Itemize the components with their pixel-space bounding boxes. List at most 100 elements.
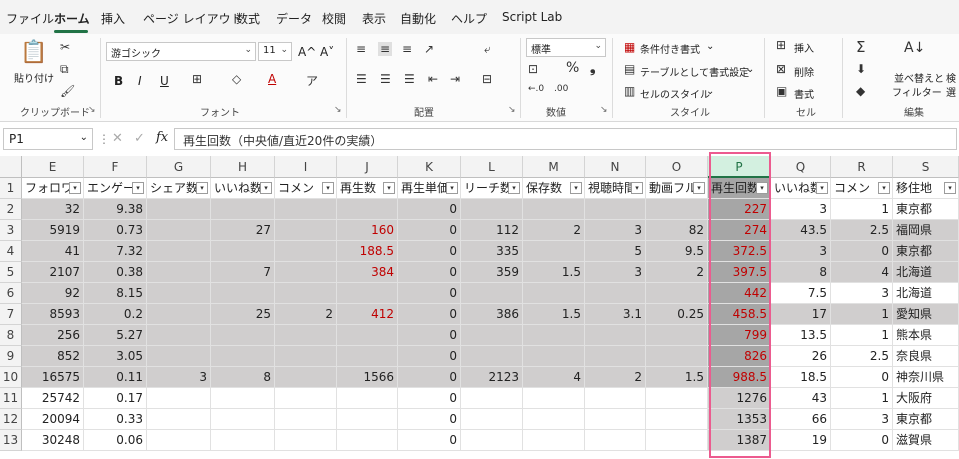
insert-function-icon[interactable]: fx	[156, 130, 168, 145]
table-cell[interactable]: 大阪府	[893, 388, 959, 409]
header-cell[interactable]: コメン ▾	[831, 178, 893, 199]
table-cell[interactable]: 8	[771, 262, 831, 283]
table-cell[interactable]	[646, 199, 708, 220]
sort-filter-icon[interactable]: A↓	[904, 40, 925, 56]
format-cells-button[interactable]: 書式	[794, 86, 814, 101]
cell-styles-button[interactable]: セルのスタイル	[640, 86, 710, 101]
table-cell[interactable]	[275, 409, 337, 430]
table-cell[interactable]: 1566	[337, 367, 398, 388]
table-cell[interactable]: 2123	[461, 367, 523, 388]
table-cell[interactable]	[461, 430, 523, 451]
table-cell[interactable]: 384	[337, 262, 398, 283]
clear-icon[interactable]: ◆	[856, 84, 865, 98]
row-header[interactable]: 5	[0, 262, 22, 283]
table-cell[interactable]	[275, 241, 337, 262]
menu-item[interactable]: 表示	[362, 10, 386, 27]
increase-decimal-icon[interactable]: ←.0	[528, 84, 544, 94]
decrease-indent-icon[interactable]: ⇤	[428, 72, 438, 86]
table-cell[interactable]: 0.17	[84, 388, 147, 409]
table-cell[interactable]: 27	[211, 220, 275, 241]
table-cell[interactable]	[147, 283, 211, 304]
table-cell[interactable]	[147, 388, 211, 409]
currency-icon[interactable]: ⊡	[528, 62, 538, 76]
table-cell[interactable]: 奈良県	[893, 346, 959, 367]
column-header-m[interactable]: M	[523, 156, 585, 178]
formula-input[interactable]: 再生回数（中央値/直近20件の実績）	[174, 128, 957, 150]
table-cell[interactable]	[275, 262, 337, 283]
decrease-decimal-icon[interactable]: .00	[554, 84, 568, 94]
table-cell[interactable]: 滋賀県	[893, 430, 959, 451]
fill-color-icon[interactable]: ◇	[232, 72, 241, 86]
orientation-icon[interactable]: ↗	[424, 42, 434, 56]
table-cell[interactable]: 3	[771, 241, 831, 262]
cut-icon[interactable]: ✂	[60, 40, 70, 54]
table-cell[interactable]: 4	[831, 262, 893, 283]
menu-item[interactable]: 自動化	[400, 10, 436, 27]
header-cell[interactable]: 再生数 ▾	[337, 178, 398, 199]
table-cell[interactable]: 0	[398, 283, 461, 304]
align-middle-icon[interactable]: ≡	[378, 42, 393, 56]
table-cell[interactable]: 2.5	[831, 220, 893, 241]
autosum-icon[interactable]: Σ	[856, 38, 865, 56]
table-cell[interactable]	[147, 325, 211, 346]
table-cell[interactable]	[337, 409, 398, 430]
table-cell[interactable]: 3	[771, 199, 831, 220]
row-header[interactable]: 8	[0, 325, 22, 346]
column-header-s[interactable]: S	[893, 156, 959, 178]
column-header-g[interactable]: G	[147, 156, 211, 178]
table-cell[interactable]: 9.5	[646, 241, 708, 262]
format-as-table-button[interactable]: テーブルとして書式設定	[640, 64, 749, 79]
paste-icon[interactable]: 📋	[20, 40, 47, 65]
column-header-j[interactable]: J	[337, 156, 398, 178]
insert-cells-icon[interactable]: ⊞	[776, 38, 786, 52]
table-cell[interactable]: 335	[461, 241, 523, 262]
table-cell[interactable]	[646, 409, 708, 430]
table-cell[interactable]: 3.05	[84, 346, 147, 367]
table-cell[interactable]	[646, 346, 708, 367]
table-cell[interactable]	[646, 388, 708, 409]
filter-dropdown-icon[interactable]: ▾	[508, 182, 520, 194]
header-cell[interactable]: リーチ数 ▾	[461, 178, 523, 199]
table-cell[interactable]	[646, 283, 708, 304]
table-cell[interactable]	[211, 325, 275, 346]
font-name-select[interactable]: 游ゴシック ⌄	[106, 42, 256, 61]
table-cell[interactable]: 9.38	[84, 199, 147, 220]
table-cell[interactable]	[523, 388, 585, 409]
table-cell[interactable]: 0	[831, 241, 893, 262]
cancel-icon[interactable]: ✕	[112, 131, 123, 146]
menu-item[interactable]: ファイル	[6, 10, 54, 27]
table-cell[interactable]	[461, 283, 523, 304]
table-cell[interactable]: 7.32	[84, 241, 147, 262]
filter-dropdown-icon[interactable]: ▾	[693, 182, 705, 194]
enter-icon[interactable]: ✓	[134, 131, 145, 146]
table-cell[interactable]	[337, 346, 398, 367]
format-as-table-icon[interactable]: ▤	[624, 62, 635, 76]
row-header[interactable]: 4	[0, 241, 22, 262]
format-painter-icon[interactable]: 🖌	[60, 84, 75, 98]
header-cell[interactable]: いいね数 ▾	[771, 178, 831, 199]
fill-icon[interactable]: ⬇	[856, 62, 866, 76]
table-cell[interactable]: 0	[398, 220, 461, 241]
table-cell[interactable]	[275, 220, 337, 241]
table-cell[interactable]: 1.5	[523, 304, 585, 325]
table-cell[interactable]: 1	[831, 199, 893, 220]
table-cell[interactable]: 43.5	[771, 220, 831, 241]
row-header[interactable]: 12	[0, 409, 22, 430]
table-cell[interactable]	[585, 346, 646, 367]
menu-item[interactable]: 挿入	[101, 10, 125, 27]
column-header-h[interactable]: H	[211, 156, 275, 178]
table-cell[interactable]: 3	[831, 409, 893, 430]
table-cell[interactable]: 160	[337, 220, 398, 241]
table-cell[interactable]: 1	[831, 304, 893, 325]
table-cell[interactable]: 256	[22, 325, 84, 346]
row-header[interactable]: 13	[0, 430, 22, 451]
table-cell[interactable]: 0	[398, 325, 461, 346]
row-header[interactable]: 1	[0, 178, 22, 199]
conditional-format-button[interactable]: 条件付き書式	[640, 41, 700, 56]
table-cell[interactable]	[147, 409, 211, 430]
table-cell[interactable]: 386	[461, 304, 523, 325]
header-cell[interactable]: シェア数 ▾	[147, 178, 211, 199]
table-cell[interactable]	[646, 430, 708, 451]
delete-cells-button[interactable]: 削除	[794, 64, 814, 79]
filter-dropdown-icon[interactable]: ▾	[260, 182, 272, 194]
